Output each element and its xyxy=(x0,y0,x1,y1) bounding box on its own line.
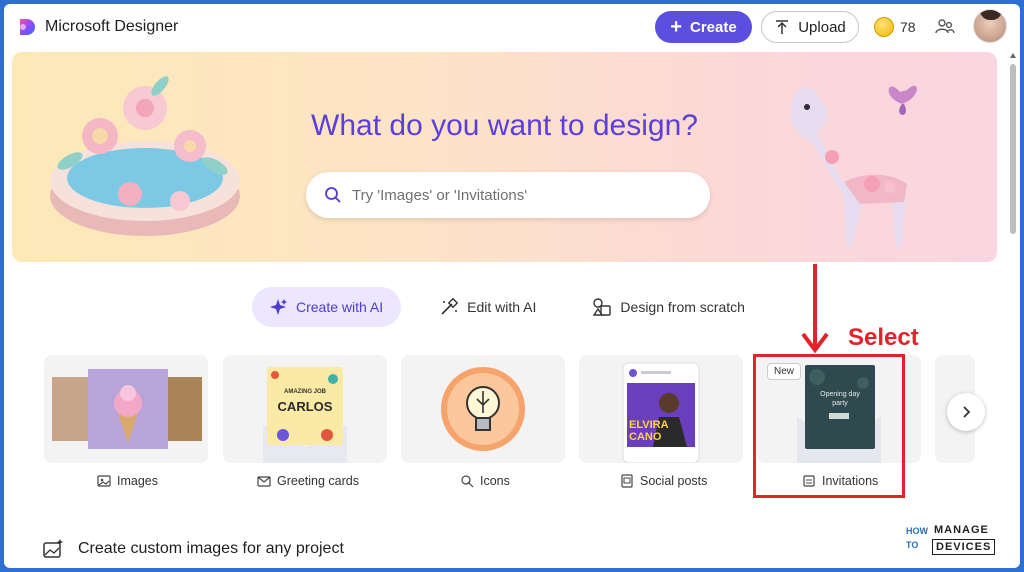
social-post-preview xyxy=(622,362,700,463)
category-label-greeting-cards[interactable]: Greeting cards xyxy=(257,474,359,488)
watermark-logo: HOW TO MANAGE DEVICES xyxy=(906,522,1002,558)
icon-shapes-icon xyxy=(461,475,474,488)
annotation-label: Select xyxy=(848,324,919,351)
coin-icon xyxy=(874,17,894,37)
hero-banner: What do you want to design? xyxy=(12,52,997,262)
plus-icon: + xyxy=(670,16,682,38)
image-icon xyxy=(97,475,111,487)
social-post-icon xyxy=(621,474,633,488)
upload-button[interactable]: Upload xyxy=(761,11,859,43)
category-card-images[interactable] xyxy=(44,355,208,463)
search-input[interactable] xyxy=(352,186,682,204)
annotation-highlight-box xyxy=(753,354,905,498)
tab-design-from-scratch[interactable]: Design from scratch xyxy=(574,287,762,327)
envelope-icon xyxy=(257,476,271,487)
create-button[interactable]: + Create xyxy=(655,11,752,43)
search-box[interactable] xyxy=(306,172,710,218)
mode-tabs: Create with AI Edit with AI Design from … xyxy=(252,287,763,327)
designer-logo-icon xyxy=(20,19,35,35)
tab-label: Create with AI xyxy=(296,299,384,315)
category-card-greeting-cards[interactable]: AMAZING JOB CARLOS xyxy=(223,355,387,463)
images-preview xyxy=(52,369,202,449)
magic-wand-icon xyxy=(441,297,459,315)
category-label-social-posts[interactable]: Social posts xyxy=(620,474,707,488)
social-post-name-2: CANO xyxy=(629,431,662,443)
floral-island-illustration xyxy=(50,76,240,236)
scrollbar-thumb[interactable] xyxy=(1010,64,1016,234)
lightbulb-preview xyxy=(441,367,525,451)
shapes-icon xyxy=(593,298,612,316)
image-sparkle-icon xyxy=(43,539,63,558)
header: Microsoft Designer + Create Upload 78 xyxy=(4,4,1020,50)
category-label-images[interactable]: Images xyxy=(97,474,158,488)
category-label-icons[interactable]: Icons xyxy=(460,474,510,488)
watermark-devices: DEVICES xyxy=(932,539,996,555)
upload-button-label: Upload xyxy=(798,18,846,36)
scroll-up-icon[interactable] xyxy=(1009,52,1017,60)
chevron-right-icon xyxy=(963,406,971,418)
sparkle-icon xyxy=(270,299,287,315)
create-button-label: Create xyxy=(689,18,737,36)
people-icon[interactable] xyxy=(934,16,956,38)
floral-deer-illustration xyxy=(790,85,917,247)
annotation-arrow-icon xyxy=(801,264,829,354)
carousel-next-button[interactable] xyxy=(947,393,985,431)
category-card-icons[interactable] xyxy=(401,355,565,463)
tab-label: Edit with AI xyxy=(467,299,537,315)
greeting-card-top-text: AMAZING JOB xyxy=(284,389,326,395)
page-scrollbar[interactable] xyxy=(1008,52,1018,564)
watermark-manage: MANAGE xyxy=(934,524,989,536)
watermark-to: TO xyxy=(906,540,919,550)
watermark-how: HOW xyxy=(906,526,928,536)
section-heading: Create custom images for any project xyxy=(42,538,344,560)
greeting-card-name: CARLOS xyxy=(277,399,333,414)
app-window: Microsoft Designer + Create Upload 78 Wh… xyxy=(4,4,1020,568)
search-icon xyxy=(325,187,341,203)
tab-edit-with-ai[interactable]: Edit with AI xyxy=(421,287,554,327)
category-card-social-posts[interactable]: ELVIRA CANO xyxy=(579,355,743,463)
boost-credits[interactable]: 78 xyxy=(874,17,916,37)
coin-count: 78 xyxy=(900,19,916,35)
tab-label: Design from scratch xyxy=(620,299,745,315)
avatar[interactable] xyxy=(973,9,1007,43)
upload-icon xyxy=(776,20,789,34)
app-title: Microsoft Designer xyxy=(45,18,179,35)
social-post-name-1: ELVIRA xyxy=(629,419,669,431)
tab-create-with-ai[interactable]: Create with AI xyxy=(252,287,402,327)
